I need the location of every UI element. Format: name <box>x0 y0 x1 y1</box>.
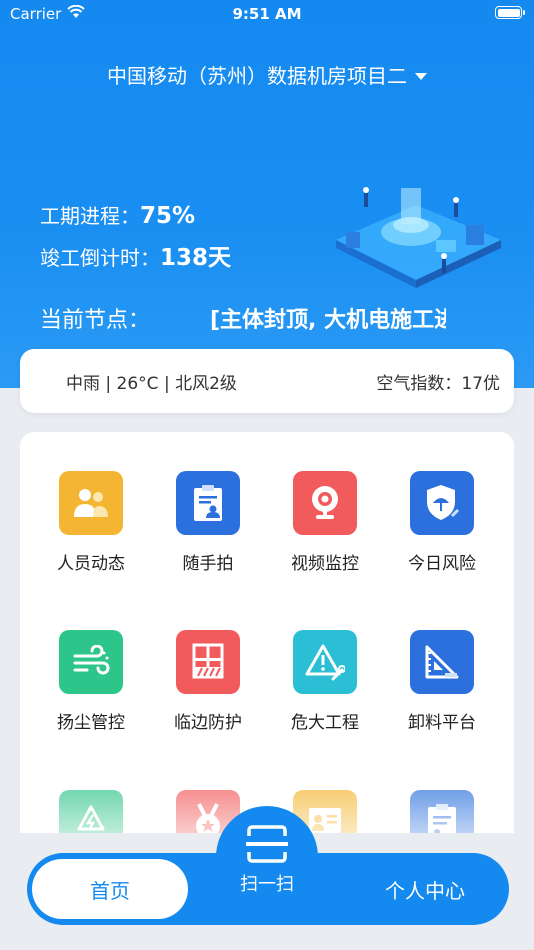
scan-icon <box>246 825 288 863</box>
tab-home[interactable]: 首页 <box>32 859 188 919</box>
status-bar: Carrier 9:51 AM <box>0 0 534 30</box>
menu-card: 人员动态 随手拍 视频监控 今日风险 扬尘管控 临边防护 危大工程 卸料平台 <box>20 432 514 852</box>
wind-icon <box>59 630 123 694</box>
progress-label: 工期进程： <box>40 204 140 228</box>
countdown-value: 138天 <box>160 245 232 271</box>
project-title: 中国移动（苏州）数据机房项目二 <box>107 64 407 88</box>
progress-value: 75% <box>140 203 196 229</box>
air-quality: 空气指数：17优 <box>376 373 500 394</box>
menu-label: 卸料平台 <box>408 713 476 733</box>
menu-label: 随手拍 <box>182 554 234 574</box>
battery-fill <box>497 8 520 17</box>
current-node-row: 当前节点： [主体封顶, 大机电施工进场] <box>40 302 450 334</box>
menu-label: 今日风险 <box>408 554 476 574</box>
menu-label: 人员动态 <box>57 554 125 574</box>
clipboard-person-icon <box>176 471 240 535</box>
webcam-icon <box>293 471 357 535</box>
node-value: [主体封顶, 大机电施工进场] <box>210 308 446 333</box>
set-square-icon <box>410 630 474 694</box>
menu-item-unloading-platform[interactable]: 卸料平台 <box>383 630 501 733</box>
menu-label: 临边防护 <box>174 713 242 733</box>
menu-item-personnel[interactable]: 人员动态 <box>32 471 150 574</box>
progress-row: 工期进程： 75% <box>40 200 195 229</box>
weather-card: 中雨 | 26°C | 北风2级 空气指数：17优 <box>20 349 514 413</box>
menu-item-major-hazard[interactable]: 危大工程 <box>266 630 384 733</box>
countdown-label: 竣工倒计时： <box>40 246 160 270</box>
weather-summary: 中雨 | 26°C | 北风2级 <box>66 373 237 394</box>
menu-label: 危大工程 <box>291 713 359 733</box>
menu-item-edge-protection[interactable]: 临边防护 <box>149 630 267 733</box>
shield-umbrella-icon <box>410 471 474 535</box>
tab-scan[interactable]: 扫一扫 <box>216 870 318 896</box>
guardrail-icon <box>176 630 240 694</box>
menu-item-daily-risk[interactable]: 今日风险 <box>383 471 501 574</box>
project-selector[interactable]: 中国移动（苏州）数据机房项目二 <box>0 60 534 89</box>
menu-item-snapshot[interactable]: 随手拍 <box>149 471 267 574</box>
chevron-down-icon <box>415 72 427 80</box>
people-icon <box>59 471 123 535</box>
tab-profile[interactable]: 个人中心 <box>360 859 490 919</box>
menu-label: 视频监控 <box>291 554 359 574</box>
menu-label: 扬尘管控 <box>57 713 125 733</box>
countdown-row: 竣工倒计时： 138天 <box>40 238 231 272</box>
status-time: 9:51 AM <box>232 5 302 23</box>
warning-wrench-icon <box>293 630 357 694</box>
menu-item-dust-control[interactable]: 扬尘管控 <box>32 630 150 733</box>
node-label: 当前节点： <box>40 308 151 333</box>
data-center-illustration <box>336 187 501 288</box>
menu-item-video[interactable]: 视频监控 <box>266 471 384 574</box>
battery-icon <box>495 6 525 19</box>
